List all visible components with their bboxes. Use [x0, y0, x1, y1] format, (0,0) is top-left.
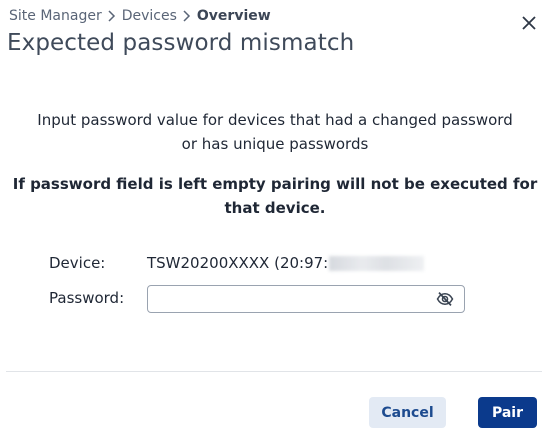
info-text: Input password value for devices that ha… — [0, 108, 550, 156]
pairing-dialog: Site Manager Devices Overview Expected p… — [0, 0, 550, 434]
chevron-right-icon — [102, 8, 122, 24]
password-field[interactable] — [147, 285, 465, 313]
redacted-mac-address — [329, 255, 425, 271]
dialog-title: Expected password mismatch — [7, 30, 355, 56]
warning-line-2: that device. — [224, 199, 326, 217]
breadcrumb-current: Overview — [196, 8, 271, 24]
warning-text: If password field is left empty pairing … — [0, 172, 550, 220]
pair-button[interactable]: Pair — [478, 397, 537, 428]
close-icon — [522, 16, 536, 30]
chevron-right-icon — [177, 8, 197, 24]
info-line-1: Input password value for devices that ha… — [37, 111, 513, 129]
device-label: Device: — [49, 254, 106, 272]
footer-divider — [6, 371, 542, 372]
info-line-2: or has unique passwords — [181, 135, 369, 153]
breadcrumb-site-manager[interactable]: Site Manager — [9, 8, 102, 24]
password-label: Password: — [49, 289, 125, 307]
cancel-button[interactable]: Cancel — [369, 397, 446, 428]
device-name-text: TSW20200XXXX (20:97: — [147, 254, 329, 272]
password-input[interactable] — [156, 289, 430, 311]
warning-line-1: If password field is left empty pairing … — [12, 175, 538, 193]
eye-off-icon — [436, 292, 454, 306]
toggle-password-visibility-button[interactable] — [436, 291, 454, 307]
breadcrumb: Site Manager Devices Overview — [9, 8, 271, 24]
breadcrumb-devices[interactable]: Devices — [122, 8, 177, 24]
close-button[interactable] — [518, 12, 540, 34]
device-value: TSW20200XXXX (20:97: — [147, 254, 425, 272]
